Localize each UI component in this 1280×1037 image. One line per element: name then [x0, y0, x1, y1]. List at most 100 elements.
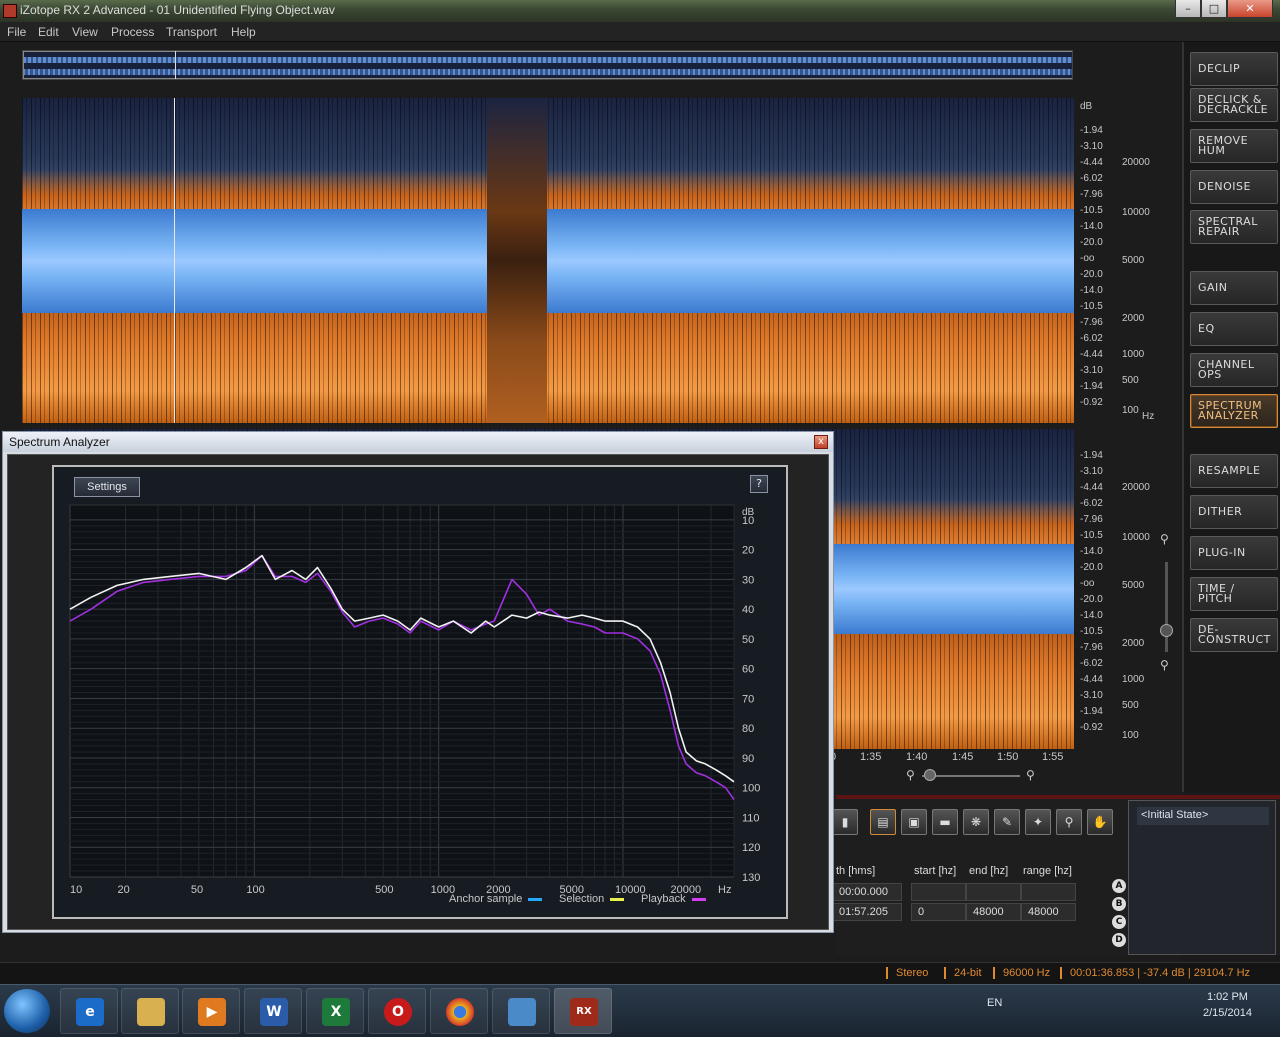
taskbar-word[interactable]: W: [244, 988, 302, 1034]
start-hz-field[interactable]: [911, 883, 966, 901]
module-spectral-repair-button[interactable]: SPECTRAL REPAIR: [1190, 210, 1278, 244]
y-tick-label: 120: [742, 842, 760, 854]
menu-bar: File Edit View Process Transport Help: [0, 22, 1280, 42]
module-plug-in-button[interactable]: PLUG-IN: [1190, 536, 1278, 570]
zoom-tool-icon[interactable]: ⚲: [1056, 809, 1082, 835]
chrome-icon: [446, 998, 474, 1026]
start-time-field[interactable]: 00:00.000: [832, 883, 902, 901]
overview-view-window[interactable]: [23, 51, 1072, 79]
clock-time[interactable]: 1:02 PM: [1207, 991, 1248, 1003]
taskbar-excel[interactable]: X: [306, 988, 364, 1034]
language-indicator[interactable]: EN: [987, 997, 1002, 1009]
end-hz-value[interactable]: 48000: [966, 903, 1021, 921]
clock-date[interactable]: 2/15/2014: [1203, 1007, 1252, 1019]
y-tick-label: 80: [742, 723, 754, 735]
menu-view[interactable]: View: [72, 25, 98, 39]
x-axis-unit: Hz: [718, 884, 731, 896]
horizontal-zoom[interactable]: ⚲ ⚲: [906, 768, 1040, 784]
tool-prev-icon[interactable]: ▮: [832, 809, 858, 835]
magic-wand-tool-icon[interactable]: ✦: [1025, 809, 1051, 835]
end-time-field[interactable]: 01:57.205: [832, 903, 902, 921]
db-axis-bottom: -1.94 -3.10 -4.44 -6.02 -7.96 -10.5 -14.…: [1080, 450, 1103, 733]
status-sample-rate: 96000 Hz: [993, 967, 1050, 979]
menu-help[interactable]: Help: [231, 25, 256, 39]
rx-app-icon: [3, 4, 17, 18]
taskbar-chrome[interactable]: [430, 988, 488, 1034]
freq-selection-tool-icon[interactable]: ▬: [932, 809, 958, 835]
module-spectrum-analyzer-button[interactable]: SPECTRUM ANALYZER: [1190, 394, 1278, 428]
compare-d-button[interactable]: D: [1112, 933, 1126, 947]
module-label: CHANNEL OPS: [1198, 358, 1255, 381]
taskbar-opera[interactable]: O: [368, 988, 426, 1034]
playhead: [174, 98, 175, 423]
compare-b-button[interactable]: B: [1112, 897, 1126, 911]
taskbar-media[interactable]: ▶: [182, 988, 240, 1034]
module-label: SPECTRUM ANALYZER: [1198, 399, 1263, 422]
menu-file[interactable]: File: [7, 25, 26, 39]
module-dither-button[interactable]: DITHER: [1190, 495, 1278, 529]
zoom-out-icon[interactable]: ⚲: [1160, 658, 1169, 672]
module-label: DECLIP: [1198, 62, 1241, 75]
module-label: DENOISE: [1198, 180, 1251, 193]
y-tick-label: 10: [742, 515, 754, 527]
h-zoom-in-icon[interactable]: ⚲: [1026, 768, 1035, 782]
taskbar-izotope-rx[interactable]: RX: [554, 988, 612, 1034]
range-hz-value[interactable]: 48000: [1021, 903, 1076, 921]
x-tick-label: 500: [375, 884, 393, 896]
time-selection-tool-icon[interactable]: ▤: [870, 809, 896, 835]
h-zoom-out-icon[interactable]: ⚲: [906, 768, 915, 782]
brush-tool-icon[interactable]: ✎: [994, 809, 1020, 835]
history-item[interactable]: <Initial State>: [1137, 807, 1269, 825]
module-eq-button[interactable]: EQ: [1190, 312, 1278, 346]
spectrogram-left-channel[interactable]: [22, 98, 1074, 423]
hand-tool-icon[interactable]: ✋: [1087, 809, 1113, 835]
menu-transport[interactable]: Transport: [166, 25, 217, 39]
vertical-zoom[interactable]: ⚲ ⚲: [1158, 532, 1176, 722]
compare-a-button[interactable]: A: [1112, 879, 1126, 893]
module-resample-button[interactable]: RESAMPLE: [1190, 454, 1278, 488]
module-de-construct-button[interactable]: DE- CONSTRUCT: [1190, 618, 1278, 652]
taskbar-photo[interactable]: [492, 988, 550, 1034]
module-declip-button[interactable]: DECLIP: [1190, 52, 1278, 86]
zoom-in-icon[interactable]: ⚲: [1160, 532, 1169, 546]
legend-playback-swatch: [691, 897, 706, 901]
status-cursor-info: 00:01:36.853 | -37.4 dB | 29104.7 Hz: [1060, 967, 1250, 979]
close-button[interactable]: ✕: [1227, 0, 1273, 18]
module-time-pitch-button[interactable]: TIME / PITCH: [1190, 577, 1278, 611]
range-hz-field[interactable]: [1021, 883, 1076, 901]
x-tick-label: 100: [246, 884, 264, 896]
menu-edit[interactable]: Edit: [38, 25, 59, 39]
module-label: SPECTRAL REPAIR: [1198, 215, 1258, 238]
spectrum-analyzer-close-button[interactable]: x: [814, 435, 828, 449]
legend-anchor-swatch: [528, 897, 543, 901]
help-button[interactable]: ?: [750, 475, 768, 493]
compare-c-button[interactable]: C: [1112, 915, 1126, 929]
module-gain-button[interactable]: GAIN: [1190, 271, 1278, 305]
taskbar-explorer[interactable]: [121, 988, 179, 1034]
maximize-button[interactable]: □: [1201, 0, 1227, 18]
menu-process[interactable]: Process: [111, 25, 154, 39]
overview-playhead: [175, 51, 176, 79]
module-label: DE- CONSTRUCT: [1198, 623, 1271, 646]
start-hz-value[interactable]: 0: [911, 903, 966, 921]
windows-taskbar: e ▶ W X O RX EN 1:02 PM 2/15/2014: [0, 984, 1280, 1037]
waveform-overview[interactable]: [22, 50, 1073, 80]
photo-viewer-icon: [508, 998, 536, 1026]
spectrum-analyzer-titlebar[interactable]: Spectrum Analyzer x: [3, 432, 833, 452]
module-remove-hum-button[interactable]: REMOVE HUM: [1190, 129, 1278, 163]
horizontal-zoom-knob[interactable]: [924, 769, 936, 781]
settings-button[interactable]: Settings: [74, 477, 140, 497]
vertical-zoom-knob[interactable]: [1160, 624, 1173, 637]
lasso-tool-icon[interactable]: ❋: [963, 809, 989, 835]
start-button[interactable]: [4, 989, 50, 1033]
time-freq-selection-tool-icon[interactable]: ▣: [901, 809, 927, 835]
module-declick-decrackle-button[interactable]: DECLICK & DECRACKLE: [1190, 88, 1278, 122]
end-hz-field[interactable]: [966, 883, 1021, 901]
spectrum-analyzer-window: Spectrum Analyzer x Settings ? dB 10 20 30 4…: [2, 431, 834, 933]
module-label: TIME / PITCH: [1198, 582, 1235, 605]
taskbar-ie[interactable]: e: [60, 988, 118, 1034]
module-denoise-button[interactable]: DENOISE: [1190, 170, 1278, 204]
module-channel-ops-button[interactable]: CHANNEL OPS: [1190, 353, 1278, 387]
minimize-button[interactable]: –: [1175, 0, 1201, 18]
ie-icon: e: [76, 998, 104, 1026]
